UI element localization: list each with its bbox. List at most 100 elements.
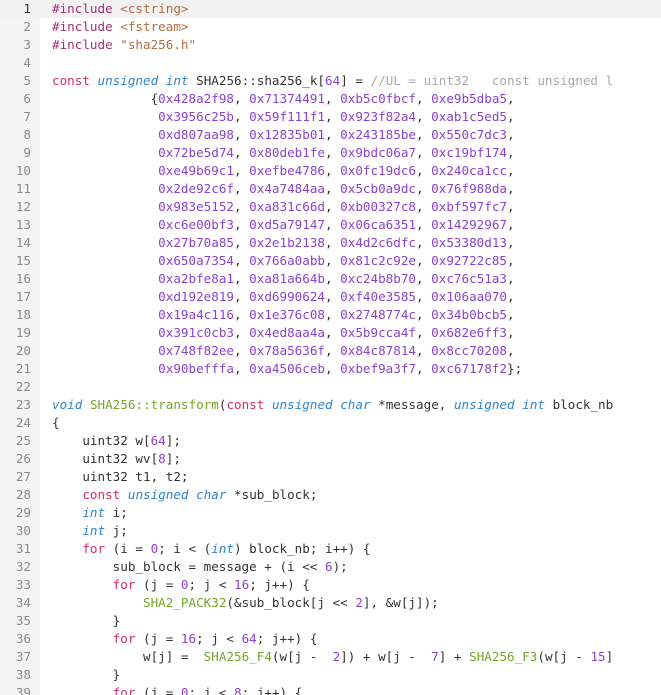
code-line[interactable]: 23 void SHA256::transform(const unsigned …: [0, 396, 661, 414]
code-line[interactable]: 5 const unsigned int SHA256::sha256_k[64]…: [0, 72, 661, 90]
code-line[interactable]: 8 0xd807aa98, 0x12835b01, 0x243185be, 0x…: [0, 126, 661, 144]
code-line[interactable]: 25 uint32 w[64];: [0, 432, 661, 450]
code-token: 16: [180, 631, 197, 646]
line-code: SHA2_PACK32(&sub_block[j << 2], &w[j]);: [52, 594, 439, 612]
code-token: ,: [233, 199, 250, 214]
code-line[interactable]: 28 const unsigned char *sub_block;: [0, 486, 661, 504]
code-line[interactable]: 14 0x27b70a85, 0x2e1b2138, 0x4d2c6dfc, 0…: [0, 234, 661, 252]
code-token: ,: [233, 181, 250, 196]
code-token: ,: [324, 181, 341, 196]
code-token: ] =: [340, 73, 371, 88]
line-number: 38: [15, 667, 31, 682]
code-token: ,: [233, 109, 250, 124]
code-token: ,: [506, 91, 515, 106]
code-line[interactable]: 17 0xd192e819, 0xd6990624, 0xf40e3585, 0…: [0, 288, 661, 306]
code-line[interactable]: 37 w[j] = SHA256_F4(w[j - 2]) + w[j - 7]…: [0, 648, 661, 666]
code-token: 0x71374491: [249, 91, 325, 106]
code-line[interactable]: 32 sub_block = message + (i << 6);: [0, 558, 661, 576]
code-token: ,: [415, 199, 432, 214]
line-number: 12: [15, 199, 31, 214]
code-token: {: [52, 91, 159, 106]
line-code: 0xd807aa98, 0x12835b01, 0x243185be, 0x55…: [52, 126, 514, 144]
code-line[interactable]: 19 0x391c0cb3, 0x4ed8aa4a, 0x5b9cca4f, 0…: [0, 324, 661, 342]
code-line[interactable]: 4: [0, 54, 661, 72]
code-line[interactable]: 39 for (j = 0; j < 8; j++) {: [0, 684, 661, 695]
code-token: uint32 t1, t2;: [52, 469, 189, 484]
code-token: 0x9bdc06a7: [340, 145, 416, 160]
code-token: 2: [355, 595, 363, 610]
code-line[interactable]: 10 0xe49b69c1, 0xefbe4786, 0x0fc19dc6, 0…: [0, 162, 661, 180]
line-number: 13: [15, 217, 31, 232]
code-token: unsigned: [97, 73, 159, 88]
line-code: 0x3956c25b, 0x59f111f1, 0x923f82a4, 0xab…: [52, 108, 514, 126]
code-line[interactable]: 34 SHA2_PACK32(&sub_block[j << 2], &w[j]…: [0, 594, 661, 612]
code-line[interactable]: 11 0x2de92c6f, 0x4a7484aa, 0x5cb0a9dc, 0…: [0, 180, 661, 198]
code-token: 0xd6990624: [249, 289, 325, 304]
code-token: 0x428a2f98: [158, 91, 234, 106]
code-token: ,: [324, 109, 341, 124]
code-line[interactable]: 1 #include <cstring>: [0, 0, 661, 18]
code-line[interactable]: 6 {0x428a2f98, 0x71374491, 0xb5c0fbcf, 0…: [0, 90, 661, 108]
line-code: 0x27b70a85, 0x2e1b2138, 0x4d2c6dfc, 0x53…: [52, 234, 514, 252]
code-line[interactable]: 31 for (i = 0; i < (int) block_nb; i++) …: [0, 540, 661, 558]
code-token: 0xc19bf174: [431, 145, 507, 160]
code-line[interactable]: 12 0x983e5152, 0xa831c66d, 0xb00327c8, 0…: [0, 198, 661, 216]
code-token: const: [226, 397, 265, 412]
code-line[interactable]: 36 for (j = 16; j < 64; j++) {: [0, 630, 661, 648]
code-line[interactable]: 21 0x90befffa, 0xa4506ceb, 0xbef9a3f7, 0…: [0, 360, 661, 378]
code-token: 0x2748774c: [340, 307, 416, 322]
code-line[interactable]: 27 uint32 t1, t2;: [0, 468, 661, 486]
code-line[interactable]: 9 0x72be5d74, 0x80deb1fe, 0x9bdc06a7, 0x…: [0, 144, 661, 162]
code-token: 0x76f988da: [431, 181, 507, 196]
code-token: (j =: [135, 631, 181, 646]
code-line[interactable]: 26 uint32 wv[8];: [0, 450, 661, 468]
code-line[interactable]: 24 {: [0, 414, 661, 432]
code-line[interactable]: 18 0x19a4c116, 0x1e376c08, 0x2748774c, 0…: [0, 306, 661, 324]
code-token: i;: [105, 505, 128, 520]
code-token: ; j++) {: [241, 685, 303, 695]
code-line[interactable]: 16 0xa2bfe8a1, 0xa81a664b, 0xc24b8b70, 0…: [0, 270, 661, 288]
code-editor[interactable]: 1 #include <cstring> 2 #include <fstream> 3 #…: [0, 0, 661, 695]
code-line[interactable]: 22: [0, 378, 661, 396]
code-token: //UL = uint32 const unsigned l: [370, 73, 614, 88]
code-token: ,: [506, 217, 515, 232]
code-token: 0x748f82ee: [158, 343, 234, 358]
code-line[interactable]: 30 int j;: [0, 522, 661, 540]
code-token: ,: [415, 361, 432, 376]
code-token: ) block_nb; i++) {: [234, 541, 371, 556]
code-token: SHA256_F3: [469, 649, 538, 664]
code-token: ; i < (: [158, 541, 212, 556]
line-number: 6: [23, 91, 31, 106]
code-token: 0xd807aa98: [158, 127, 234, 142]
line-code: const unsigned int SHA256::sha256_k[64] …: [52, 72, 613, 90]
line-number: 19: [15, 325, 31, 340]
code-token: void: [52, 397, 83, 412]
code-line[interactable]: 29 int i;: [0, 504, 661, 522]
line-code: 0x748f82ee, 0x78a5636f, 0x84c87814, 0x8c…: [52, 342, 514, 360]
line-number: 9: [23, 145, 31, 160]
line-code: 0xd192e819, 0xd6990624, 0xf40e3585, 0x10…: [52, 288, 514, 306]
code-token: 0xc6e00bf3: [158, 217, 234, 232]
line-number: 8: [23, 127, 31, 142]
code-line[interactable]: 2 #include <fstream>: [0, 18, 661, 36]
code-token: j;: [105, 523, 128, 538]
line-number: 16: [15, 271, 31, 286]
code-line[interactable]: 33 for (j = 0; j < 16; j++) {: [0, 576, 661, 594]
code-line[interactable]: 3 #include "sha256.h": [0, 36, 661, 54]
code-token: 0x391c0cb3: [158, 325, 234, 340]
code-token: ,: [233, 307, 250, 322]
code-token: ,: [415, 145, 432, 160]
code-token: SHA256::transform: [89, 397, 219, 412]
code-line[interactable]: 7 0x3956c25b, 0x59f111f1, 0x923f82a4, 0x…: [0, 108, 661, 126]
code-token: ,: [324, 325, 341, 340]
code-token: 8: [158, 451, 166, 466]
code-line[interactable]: 20 0x748f82ee, 0x78a5636f, 0x84c87814, 0…: [0, 342, 661, 360]
code-token: 0xb5c0fbcf: [340, 91, 416, 106]
code-line[interactable]: 35 }: [0, 612, 661, 630]
code-line[interactable]: 13 0xc6e00bf3, 0xd5a79147, 0x06ca6351, 0…: [0, 216, 661, 234]
code-line[interactable]: 38 }: [0, 666, 661, 684]
code-line[interactable]: 15 0x650a7354, 0x766a0abb, 0x81c2c92e, 0…: [0, 252, 661, 270]
